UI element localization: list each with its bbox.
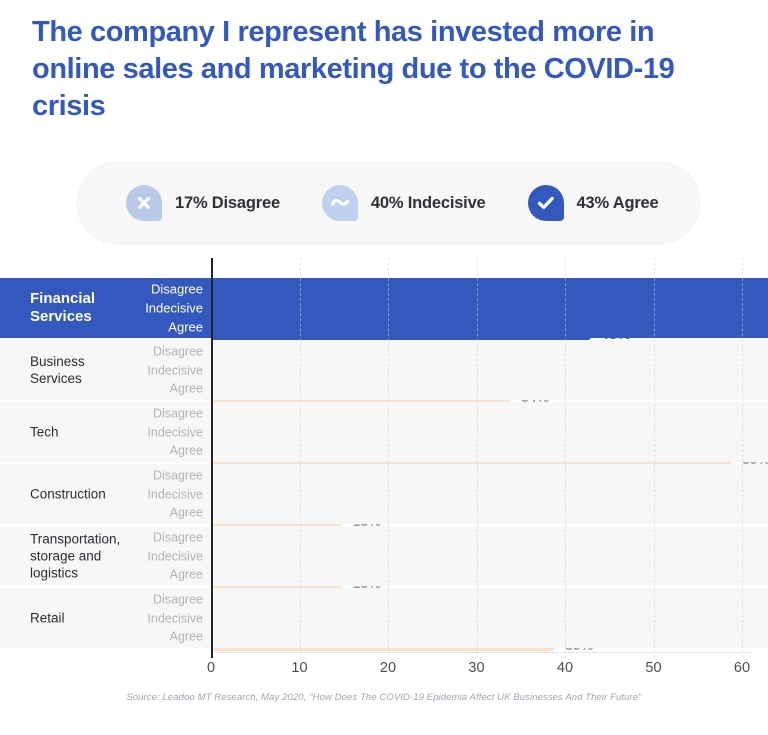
x-axis: 0 10 20 30 40 50 60 bbox=[207, 660, 751, 684]
row-sublabel: Disagree bbox=[152, 468, 203, 483]
row-sublabel: Disagree bbox=[152, 344, 203, 359]
row-sublabel: Indecisive bbox=[147, 424, 203, 439]
x-axis-tick-label: 20 bbox=[379, 660, 397, 676]
chart-row[interactable]: Retail Disagree Indecisive Agree bbox=[0, 588, 768, 648]
row-sublabel: Indecisive bbox=[147, 610, 203, 625]
row-sublabels: Disagree Indecisive Agree bbox=[60, 280, 203, 337]
legend: 17% Disagree 40% Indecisive 43% Agree bbox=[76, 161, 701, 245]
legend-item-label: 17% Disagree bbox=[175, 193, 280, 212]
x-axis-tick-label: 10 bbox=[291, 660, 308, 676]
legend-item-label: 43% Agree bbox=[576, 193, 659, 212]
row-sublabel: Agree bbox=[169, 629, 203, 644]
row-sublabel: Agree bbox=[168, 319, 203, 335]
row-sublabel: Disagree bbox=[152, 592, 203, 607]
row-sublabel: Disagree bbox=[152, 406, 203, 421]
zero-axis-line bbox=[211, 258, 213, 658]
row-sublabel: Indecisive bbox=[147, 548, 203, 563]
tilde-icon bbox=[321, 185, 358, 221]
row-sublabels: Disagree Indecisive Agree bbox=[60, 466, 203, 522]
source-note: Source: Leadoo MT Research, May 2020, "H… bbox=[126, 692, 642, 703]
chart-area: Financial Services Disagree Indecisive Agree… bbox=[0, 258, 768, 658]
check-icon bbox=[527, 185, 564, 221]
row-sublabels: Disagree Indecisive Agree bbox=[60, 404, 203, 460]
infographic-page: The company I represent has invested mor… bbox=[0, 0, 768, 735]
row-sublabel: Indecisive bbox=[145, 300, 203, 316]
row-sublabel: Disagree bbox=[150, 281, 203, 297]
row-sublabel: Agree bbox=[169, 443, 203, 458]
chart-row[interactable]: Business Services Disagree Indecisive Agree bbox=[0, 340, 768, 400]
chart-row[interactable]: Construction Disagree Indecisive Agree bbox=[0, 464, 768, 524]
chart-row[interactable]: Tech Disagree Indecisive Agree bbox=[0, 402, 768, 462]
x-axis-dotted-rule bbox=[211, 652, 751, 654]
row-sublabel: Agree bbox=[169, 567, 203, 582]
legend-item-agree[interactable]: 43% Agree bbox=[527, 185, 659, 221]
row-sublabel: Indecisive bbox=[147, 362, 203, 377]
row-sublabel: Agree bbox=[169, 505, 203, 520]
legend-item-label: 40% Indecisive bbox=[370, 193, 486, 212]
row-sublabel: Agree bbox=[169, 381, 203, 396]
x-axis-tick-label: 30 bbox=[468, 660, 485, 676]
row-sublabel: Disagree bbox=[152, 530, 203, 545]
x-axis-tick-label: 40 bbox=[556, 660, 574, 676]
legend-item-indecisive[interactable]: 40% Indecisive bbox=[321, 185, 486, 221]
x-axis-tick-label: 50 bbox=[645, 660, 662, 676]
x-axis-tick-label: 60 bbox=[733, 660, 751, 676]
page-title: The company I represent has invested mor… bbox=[32, 16, 675, 122]
row-sublabels: Disagree Indecisive Agree bbox=[60, 528, 203, 584]
chart-row[interactable]: Financial Services Disagree Indecisive Agree bbox=[0, 278, 768, 338]
row-sublabels: Disagree Indecisive Agree bbox=[60, 342, 203, 398]
x-axis-tick-label: 0 bbox=[206, 660, 216, 676]
row-sublabel: Indecisive bbox=[147, 486, 203, 501]
chart-row[interactable]: Transportation, storage and logistics Disag… bbox=[0, 526, 768, 586]
legend-item-disagree[interactable]: 17% Disagree bbox=[126, 185, 280, 221]
x-icon bbox=[126, 185, 162, 221]
row-sublabels: Disagree Indecisive Agree bbox=[60, 590, 203, 646]
